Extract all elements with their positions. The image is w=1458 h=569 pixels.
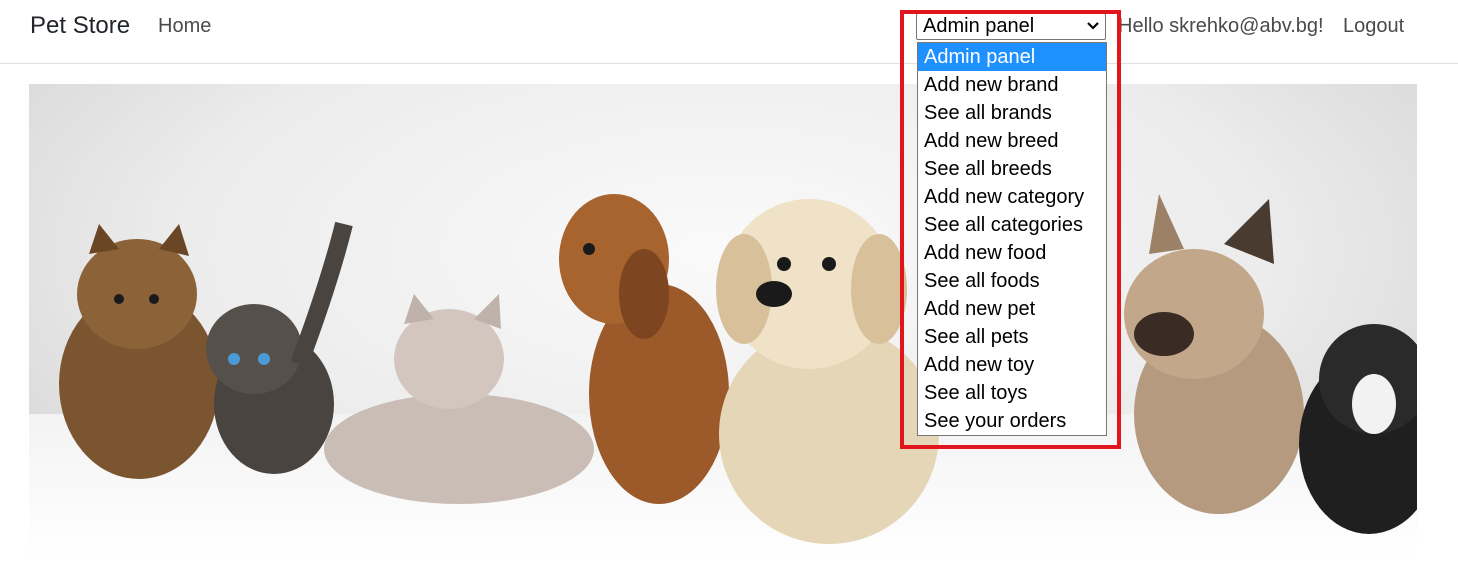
option-add-new-toy[interactable]: Add new toy: [918, 351, 1106, 379]
option-admin-panel[interactable]: Admin panel: [918, 43, 1106, 71]
admin-panel-select-value: Admin panel: [923, 15, 1035, 37]
option-see-all-toys[interactable]: See all toys: [918, 379, 1106, 407]
brand-link[interactable]: Pet Store: [30, 12, 130, 40]
option-see-your-orders[interactable]: See your orders: [918, 407, 1106, 435]
option-add-new-breed[interactable]: Add new breed: [918, 127, 1106, 155]
logout-link[interactable]: Logout: [1343, 15, 1404, 38]
chevron-down-icon: [1087, 22, 1099, 30]
option-see-all-categories[interactable]: See all categories: [918, 211, 1106, 239]
option-see-all-pets[interactable]: See all pets: [918, 323, 1106, 351]
nav-home-link[interactable]: Home: [158, 15, 211, 38]
option-see-all-breeds[interactable]: See all breeds: [918, 155, 1106, 183]
option-see-all-brands[interactable]: See all brands: [918, 99, 1106, 127]
hero-banner-image: [29, 84, 1417, 561]
option-add-new-pet[interactable]: Add new pet: [918, 295, 1106, 323]
option-add-new-brand[interactable]: Add new brand: [918, 71, 1106, 99]
admin-panel-options-list: Admin panel Add new brand See all brands…: [917, 42, 1107, 436]
navbar: Pet Store Home Admin panel Hello skrehko…: [0, 0, 1458, 64]
admin-panel-select[interactable]: Admin panel: [916, 13, 1106, 40]
user-greeting: Hello skrehko@abv.bg!: [1118, 15, 1324, 37]
option-add-new-food[interactable]: Add new food: [918, 239, 1106, 267]
option-add-new-category[interactable]: Add new category: [918, 183, 1106, 211]
option-see-all-foods[interactable]: See all foods: [918, 267, 1106, 295]
